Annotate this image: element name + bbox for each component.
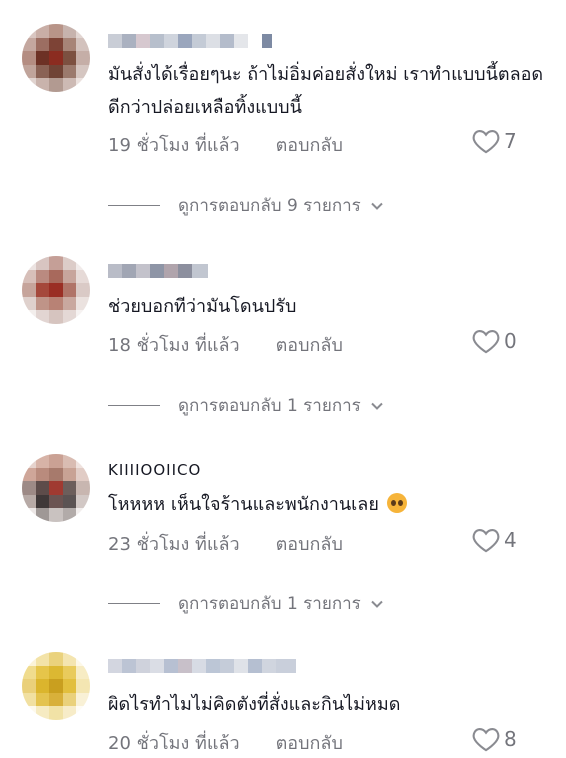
comment-meta: 20 ชั่วโมง ที่แล้ว ตอบกลับ [108, 728, 343, 757]
reply-button[interactable]: ตอบกลับ [276, 534, 343, 555]
reply-button[interactable]: ตอบกลับ [276, 335, 343, 356]
comment-text: ช่วยบอกทีว่ามันโดนปรับ [108, 296, 297, 317]
chevron-down-icon [371, 202, 383, 210]
comment-time: 19 ชั่วโมง ที่แล้ว [108, 135, 240, 156]
comment-text-body: โหหหห เห็นใจร้านและพนักงานเลย [108, 494, 379, 515]
like-count: 0 [504, 329, 517, 353]
like-count: 8 [504, 727, 517, 751]
like-button[interactable]: 7 [472, 128, 517, 154]
username-blurred[interactable] [108, 264, 208, 278]
avatar[interactable] [22, 652, 90, 720]
comment-text: โหหหห เห็นใจร้านและพนักงานเลย [108, 488, 548, 521]
view-replies-label: ดูการตอบกลับ 9 รายการ [178, 196, 361, 216]
like-button[interactable]: 0 [472, 328, 517, 354]
like-button[interactable]: 4 [472, 527, 517, 553]
comment-meta: 19 ชั่วโมง ที่แล้ว ตอบกลับ [108, 130, 343, 159]
pleading-face-emoji [386, 493, 407, 513]
comment-time: 20 ชั่วโมง ที่แล้ว [108, 733, 240, 754]
reply-button[interactable]: ตอบกลับ [276, 135, 343, 156]
heart-outline-icon [472, 130, 500, 154]
username-blurred[interactable] [108, 659, 296, 673]
avatar[interactable] [22, 24, 90, 92]
like-count: 4 [504, 528, 517, 552]
view-replies-button[interactable]: ดูการตอบกลับ 1 รายการ [108, 590, 385, 617]
comment-text: ผิดไรทำไมไม่คิดตังที่สั่งและกินไม่หมด [108, 694, 401, 715]
comment-time: 18 ชั่วโมง ที่แล้ว [108, 335, 240, 356]
view-replies-button[interactable]: ดูการตอบกลับ 1 รายการ [108, 392, 385, 419]
avatar[interactable] [22, 454, 90, 522]
username-blurred[interactable] [108, 34, 288, 48]
heart-outline-icon [472, 728, 500, 752]
like-button[interactable]: 8 [472, 726, 517, 752]
heart-outline-icon [472, 529, 500, 553]
username[interactable]: KIIIIOOIICO [108, 463, 201, 475]
comment-meta: 18 ชั่วโมง ที่แล้ว ตอบกลับ [108, 330, 343, 359]
divider-line [108, 205, 160, 206]
view-replies-label: ดูการตอบกลับ 1 รายการ [178, 594, 361, 614]
comment-meta: 23 ชั่วโมง ที่แล้ว ตอบกลับ [108, 529, 343, 558]
chevron-down-icon [371, 402, 383, 410]
comment-text: มันสั่งได้เรื่อยๆนะ ถ้าไม่อิ่มค่อยสั่งให… [108, 64, 544, 118]
comment-time: 23 ชั่วโมง ที่แล้ว [108, 534, 240, 555]
reply-button[interactable]: ตอบกลับ [276, 733, 343, 754]
divider-line [108, 405, 160, 406]
view-replies-label: ดูการตอบกลับ 1 รายการ [178, 396, 361, 416]
avatar[interactable] [22, 256, 90, 324]
heart-outline-icon [472, 330, 500, 354]
chevron-down-icon [371, 600, 383, 608]
view-replies-button[interactable]: ดูการตอบกลับ 9 รายการ [108, 192, 385, 219]
divider-line [108, 603, 160, 604]
like-count: 7 [504, 129, 517, 153]
